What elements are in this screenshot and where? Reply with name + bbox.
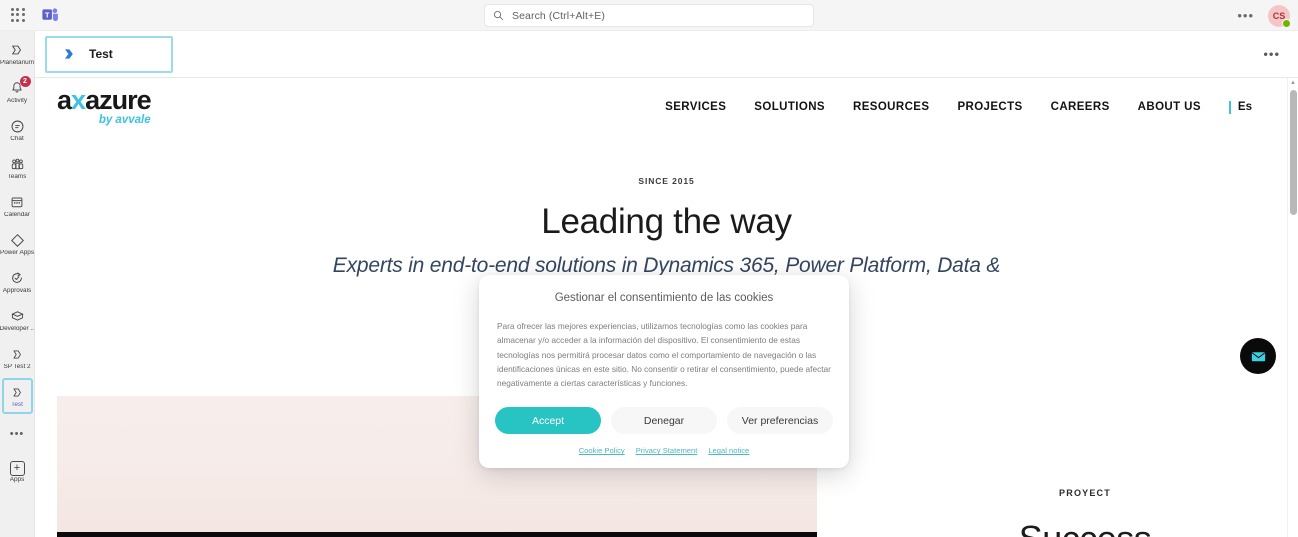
- app-grid-icon[interactable]: [10, 7, 26, 23]
- tab-label: Test: [89, 47, 113, 61]
- site-menu: SERVICES SOLUTIONS RESOURCES PROJECTS CA…: [665, 100, 1252, 114]
- nav-link-projects[interactable]: PROJECTS: [957, 101, 1022, 113]
- test-app-icon: [9, 384, 26, 401]
- nav-link-about-us[interactable]: ABOUT US: [1138, 101, 1201, 113]
- project-title: Success: [895, 518, 1275, 537]
- sidebar-item-developer-portal[interactable]: Developer ...: [0, 301, 35, 339]
- sidebar-item-planetarium[interactable]: Planetarium: [0, 35, 35, 73]
- sidebar-item-teams[interactable]: Teams: [0, 149, 34, 187]
- power-apps-icon: [9, 232, 26, 249]
- sidebar-item-power-apps[interactable]: Power Apps: [0, 225, 35, 263]
- sidebar-item-test[interactable]: Test: [0, 377, 34, 415]
- deny-button[interactable]: Denegar: [611, 407, 717, 435]
- calendar-icon: [9, 194, 26, 211]
- brand-tagline: by avvale: [98, 114, 151, 127]
- sharepoint-app-icon: [9, 346, 26, 363]
- sidebar-item-label: Chat: [10, 135, 24, 142]
- sidebar-item-approvals[interactable]: Approvals: [0, 263, 34, 301]
- sidebar-item-label: Developer ...: [0, 325, 35, 332]
- approvals-icon: [9, 270, 26, 287]
- title-bar-left: T: [0, 5, 60, 25]
- scroll-up-arrow-icon[interactable]: ▲: [1290, 80, 1296, 86]
- sidebar-item-calendar[interactable]: Calendar: [0, 187, 34, 225]
- sidebar-item-activity[interactable]: 2 Activity: [0, 73, 34, 111]
- sidebar-item-label: Teams: [7, 173, 27, 180]
- titlebar-more-button[interactable]: •••: [1237, 9, 1254, 22]
- rail-overflow-label: •••: [9, 428, 25, 440]
- brand-part1: a: [57, 85, 72, 116]
- cookie-dialog-links: Cookie Policy Privacy Statement Legal no…: [495, 446, 833, 455]
- teams-people-icon: [9, 156, 26, 173]
- project-section: PROYECT Success: [895, 488, 1275, 537]
- tab-test[interactable]: Test: [45, 35, 173, 73]
- legal-notice-link[interactable]: Legal notice: [708, 446, 749, 455]
- brand-x-letter: x: [71, 85, 86, 116]
- site-nav-bar: a x azure by avvale SERVICES SOLUTIONS RES…: [35, 78, 1298, 136]
- avatar[interactable]: CS: [1268, 4, 1291, 28]
- sidebar-item-sp-test-2[interactable]: SP Test 2: [0, 339, 34, 377]
- cookie-policy-link[interactable]: Cookie Policy: [579, 446, 625, 455]
- sidebar-item-apps[interactable]: + Apps: [0, 453, 34, 491]
- title-bar-right: ••• CS: [1237, 0, 1291, 31]
- developer-portal-icon: [9, 308, 26, 325]
- sidebar-item-label: Approvals: [2, 287, 32, 294]
- planetarium-app-icon: [9, 42, 26, 59]
- tab-strip: Test •••: [35, 31, 1298, 78]
- sidebar-item-label: Test: [11, 401, 23, 408]
- cookie-consent-dialog: Gestionar el consentimiento de las cooki…: [479, 275, 849, 469]
- cookie-dialog-body: Para ofrecer las mejores experiencias, u…: [497, 321, 831, 389]
- content-area: Test ••• a x azure by avvale SERVICES SOLU…: [35, 31, 1298, 537]
- bell-icon: 2: [9, 75, 31, 97]
- language-divider-icon: [1228, 100, 1231, 114]
- chat-bubble-icon: [9, 118, 26, 135]
- svg-text:T: T: [44, 10, 49, 19]
- teams-logo-icon: T: [40, 5, 60, 25]
- hero-kicker: SINCE 2015: [638, 176, 695, 186]
- sidebar-item-label: SP Test 2: [3, 363, 31, 370]
- nav-link-services[interactable]: SERVICES: [665, 101, 726, 113]
- nav-link-resources[interactable]: RESOURCES: [853, 101, 929, 113]
- envelope-icon[interactable]: [1240, 338, 1276, 374]
- cookie-dialog-title: Gestionar el consentimiento de las cooki…: [554, 292, 774, 304]
- teams-desktop-window: T Search (Ctrl+Alt+E) ••• CS Planetarium…: [0, 0, 1298, 537]
- vertical-scrollbar[interactable]: ▲: [1287, 78, 1298, 537]
- window-body: Planetarium 2 Activity Chat Teams Calend…: [0, 31, 1298, 537]
- presence-indicator: [1282, 18, 1291, 28]
- view-preferences-button[interactable]: Ver preferencias: [727, 407, 833, 435]
- tab-more-button[interactable]: •••: [1263, 47, 1280, 62]
- rail-overflow-button[interactable]: •••: [0, 415, 34, 453]
- brand-wordmark: a x azure: [57, 85, 152, 116]
- search-icon: [493, 10, 504, 21]
- sidebar-item-label: Apps: [9, 476, 25, 483]
- brand-part2: azure: [85, 85, 152, 116]
- nav-link-careers[interactable]: CAREERS: [1051, 101, 1110, 113]
- cookie-dialog-buttons: Accept Denegar Ver preferencias: [495, 407, 833, 435]
- language-label: Es: [1237, 101, 1252, 113]
- nav-link-solutions[interactable]: SOLUTIONS: [754, 101, 825, 113]
- axazure-logo[interactable]: a x azure by avvale: [57, 85, 152, 127]
- sidebar-item-label: Planetarium: [0, 59, 35, 66]
- privacy-statement-link[interactable]: Privacy Statement: [636, 446, 698, 455]
- search-placeholder: Search (Ctrl+Alt+E): [512, 9, 605, 22]
- sidebar-item-chat[interactable]: Chat: [0, 111, 34, 149]
- plus-box-icon: +: [9, 460, 25, 476]
- app-rail: Planetarium 2 Activity Chat Teams Calend…: [0, 31, 35, 537]
- sidebar-item-label: Activity: [6, 97, 28, 104]
- hero-section: SINCE 2015 Leading the way Experts in en…: [35, 136, 1298, 278]
- project-kicker: PROYECT: [1059, 488, 1111, 498]
- hero-title: Leading the way: [541, 202, 792, 241]
- activity-badge: 2: [19, 75, 31, 87]
- title-bar: T Search (Ctrl+Alt+E) ••• CS: [0, 0, 1298, 31]
- search-container: Search (Ctrl+Alt+E): [484, 4, 814, 27]
- search-input[interactable]: Search (Ctrl+Alt+E): [484, 4, 814, 27]
- sidebar-item-label: Calendar: [4, 211, 30, 218]
- sidebar-item-label: Power Apps: [0, 249, 35, 256]
- scrollbar-thumb[interactable]: [1289, 90, 1297, 215]
- blue-chevron-app-icon: [61, 46, 77, 62]
- accept-button[interactable]: Accept: [495, 407, 601, 435]
- language-switcher[interactable]: Es: [1228, 100, 1252, 114]
- embedded-website: a x azure by avvale SERVICES SOLUTIONS RES…: [35, 78, 1298, 537]
